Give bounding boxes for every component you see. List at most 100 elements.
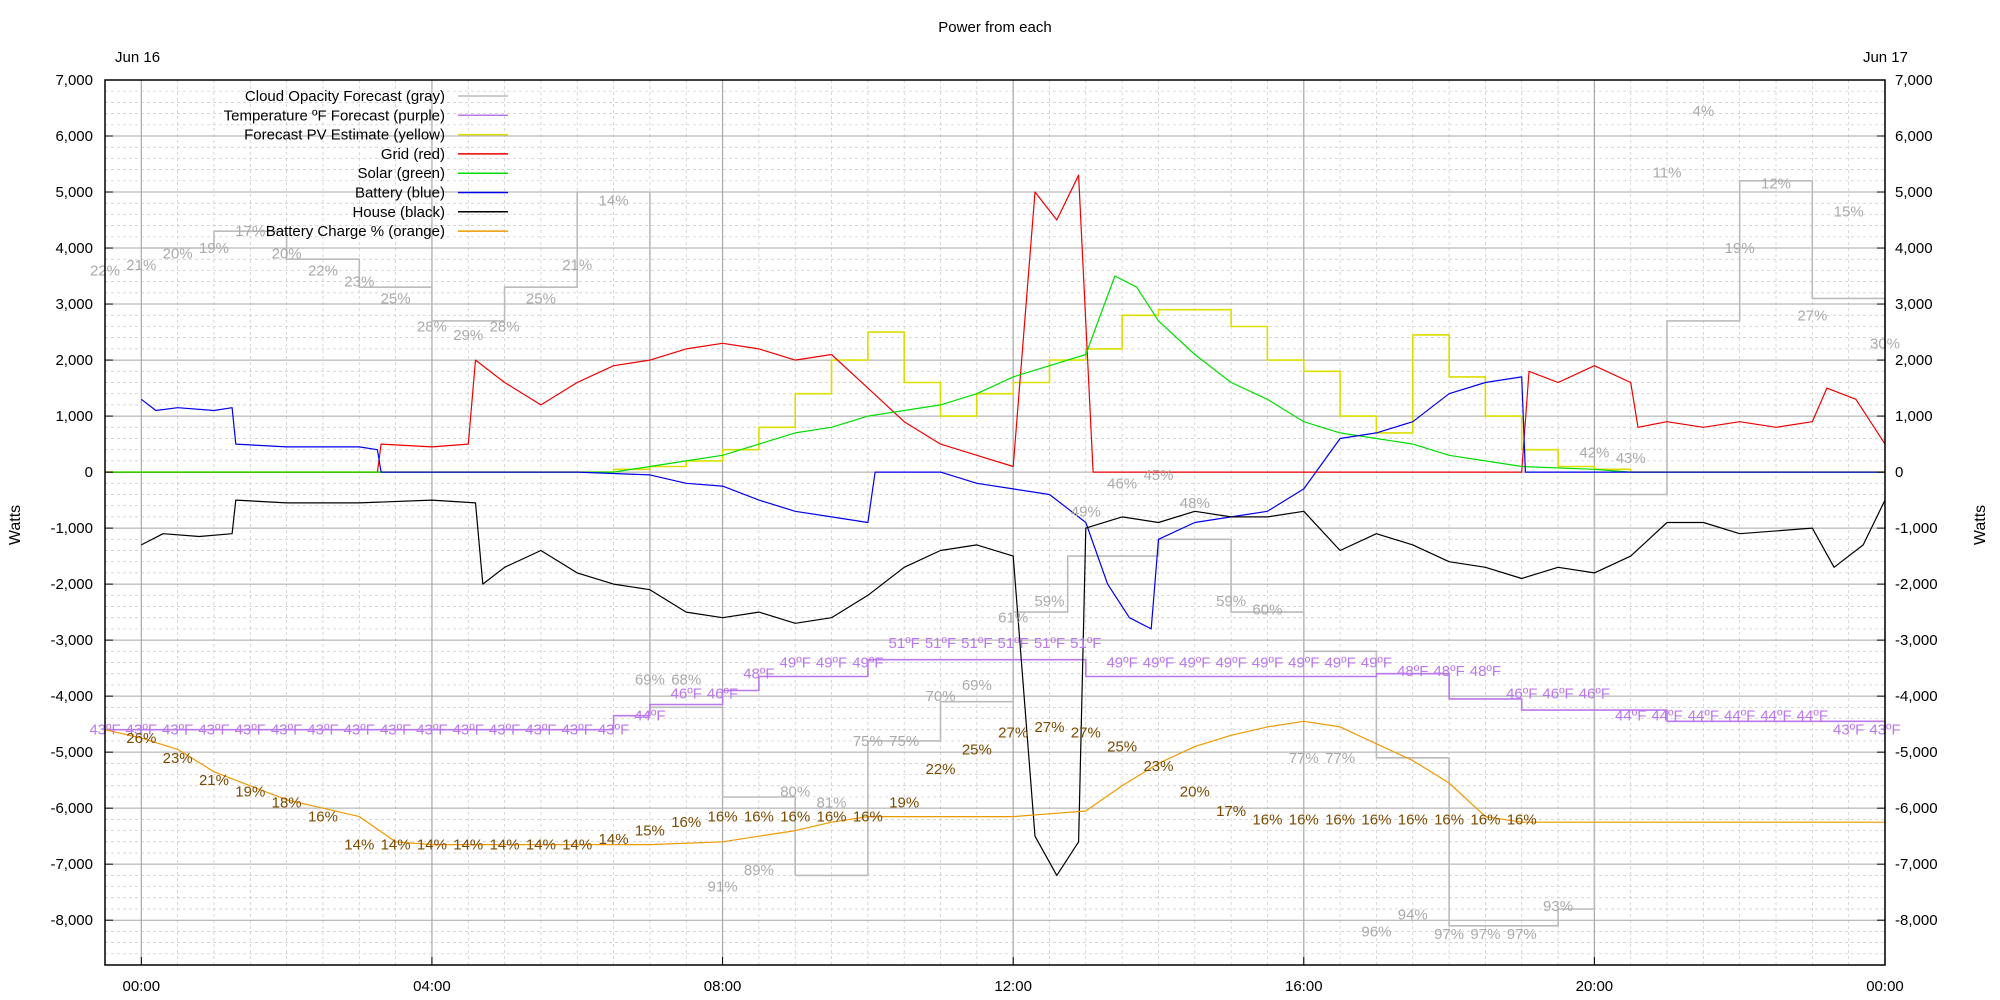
date-label-left: Jun 16	[115, 49, 160, 66]
y-tick-label-right: 7,000	[1895, 72, 1933, 89]
data-label: 51ºF	[1070, 635, 1101, 652]
data-label: 19%	[1725, 240, 1755, 257]
y-tick-label-left: 7,000	[55, 72, 93, 89]
x-tick-label: 04:00	[413, 978, 451, 995]
chart-title: Power from each	[938, 19, 1051, 36]
data-label: 96%	[1361, 923, 1391, 940]
data-label: 49%	[1071, 503, 1101, 520]
y-tick-label-right: -2,000	[1895, 576, 1938, 593]
y-tick-label-left: 3,000	[55, 296, 93, 313]
y-tick-label-left: -4,000	[50, 688, 93, 705]
data-label: 18%	[272, 795, 302, 812]
data-label: 75%	[889, 733, 919, 750]
data-label: 16%	[671, 814, 701, 831]
data-label: 26%	[126, 730, 156, 747]
data-label: 44ºF	[1760, 708, 1791, 725]
y-tick-label-right: -5,000	[1895, 744, 1938, 761]
data-label: 48ºF	[1397, 663, 1428, 680]
data-label: 46ºF	[707, 685, 738, 702]
data-label: 69%	[635, 671, 665, 688]
data-label: 27%	[1071, 725, 1101, 742]
legend-label: Grid (red)	[381, 146, 445, 163]
data-label: 44ºF	[1797, 708, 1828, 725]
data-label: 43ºF	[271, 722, 302, 739]
data-label: 49ºF	[1252, 655, 1283, 672]
data-label: 44ºF	[1651, 708, 1682, 725]
data-label: 51ºF	[1034, 635, 1065, 652]
data-label: 21%	[126, 257, 156, 274]
y-axis-label-right: Watts	[1972, 505, 1989, 545]
data-label: 12%	[1761, 176, 1791, 193]
data-label: 51ºF	[925, 635, 956, 652]
data-label: 60%	[1252, 601, 1282, 618]
data-label: 25%	[962, 741, 992, 758]
data-label: 48ºF	[743, 666, 774, 683]
data-label: 22%	[925, 761, 955, 778]
data-label: 28%	[490, 318, 520, 335]
data-label: 43ºF	[380, 722, 411, 739]
x-tick-label: 12:00	[994, 978, 1032, 995]
date-label-right: Jun 17	[1863, 49, 1908, 66]
data-label: 43ºF	[162, 722, 193, 739]
data-label: 49ºF	[852, 655, 883, 672]
data-label: 16%	[780, 809, 810, 826]
legend-label: Battery Charge % (orange)	[266, 223, 445, 240]
data-label: 14%	[490, 837, 520, 854]
data-label: 22%	[308, 262, 338, 279]
data-label: 97%	[1470, 926, 1500, 943]
data-label: 16%	[1398, 811, 1428, 828]
data-label: 89%	[744, 862, 774, 879]
y-tick-label-left: -2,000	[50, 576, 93, 593]
data-label: 49ºF	[1288, 655, 1319, 672]
data-label: 27%	[1034, 719, 1064, 736]
data-label: 70%	[925, 688, 955, 705]
y-tick-label-left: -5,000	[50, 744, 93, 761]
data-label: 20%	[163, 246, 193, 263]
legend-label: House (black)	[352, 204, 445, 221]
y-tick-label-left: 0	[85, 464, 93, 481]
data-label: 14%	[381, 837, 411, 854]
data-label: 43ºF	[525, 722, 556, 739]
data-label: 51ºF	[889, 635, 920, 652]
data-label: 19%	[889, 795, 919, 812]
y-tick-label-right: -8,000	[1895, 912, 1938, 929]
data-label: 48ºF	[1470, 663, 1501, 680]
x-tick-label: 20:00	[1576, 978, 1614, 995]
data-label: 11%	[1653, 164, 1682, 181]
data-label: 46%	[1107, 475, 1137, 492]
y-tick-label-left: -6,000	[50, 800, 93, 817]
data-label: 15%	[635, 823, 665, 840]
data-label: 43ºF	[598, 722, 629, 739]
data-label: 14%	[599, 192, 629, 209]
data-label: 49ºF	[780, 655, 811, 672]
legend-label: Battery (blue)	[355, 185, 445, 202]
y-tick-label-right: 6,000	[1895, 128, 1933, 145]
y-tick-label-right: 1,000	[1895, 408, 1933, 425]
data-label: 49ºF	[1179, 655, 1210, 672]
y-tick-label-left: 2,000	[55, 352, 93, 369]
data-label: 29%	[453, 327, 483, 344]
data-label: 27%	[1797, 307, 1827, 324]
data-label: 16%	[1325, 811, 1355, 828]
data-label: 49ºF	[1215, 655, 1246, 672]
y-tick-label-right: 2,000	[1895, 352, 1933, 369]
data-label: 97%	[1507, 926, 1537, 943]
y-tick-label-left: -7,000	[50, 856, 93, 873]
data-label: 27%	[998, 725, 1028, 742]
data-label: 21%	[562, 257, 592, 274]
data-label: 25%	[1107, 739, 1137, 756]
data-label: 16%	[308, 809, 338, 826]
data-label: 49ºF	[816, 655, 847, 672]
data-label: 23%	[1143, 758, 1173, 775]
data-label: 46ºF	[671, 685, 702, 702]
y-tick-label-left: 6,000	[55, 128, 93, 145]
data-label: 23%	[344, 274, 374, 291]
data-label: 46ºF	[1506, 685, 1537, 702]
data-label: 94%	[1398, 907, 1428, 924]
data-label: 43ºF	[453, 722, 484, 739]
data-label: 28%	[417, 318, 447, 335]
data-label: 48%	[1180, 495, 1210, 512]
data-label: 16%	[1470, 811, 1500, 828]
data-label: 16%	[853, 809, 883, 826]
y-tick-label-left: -1,000	[50, 520, 93, 537]
